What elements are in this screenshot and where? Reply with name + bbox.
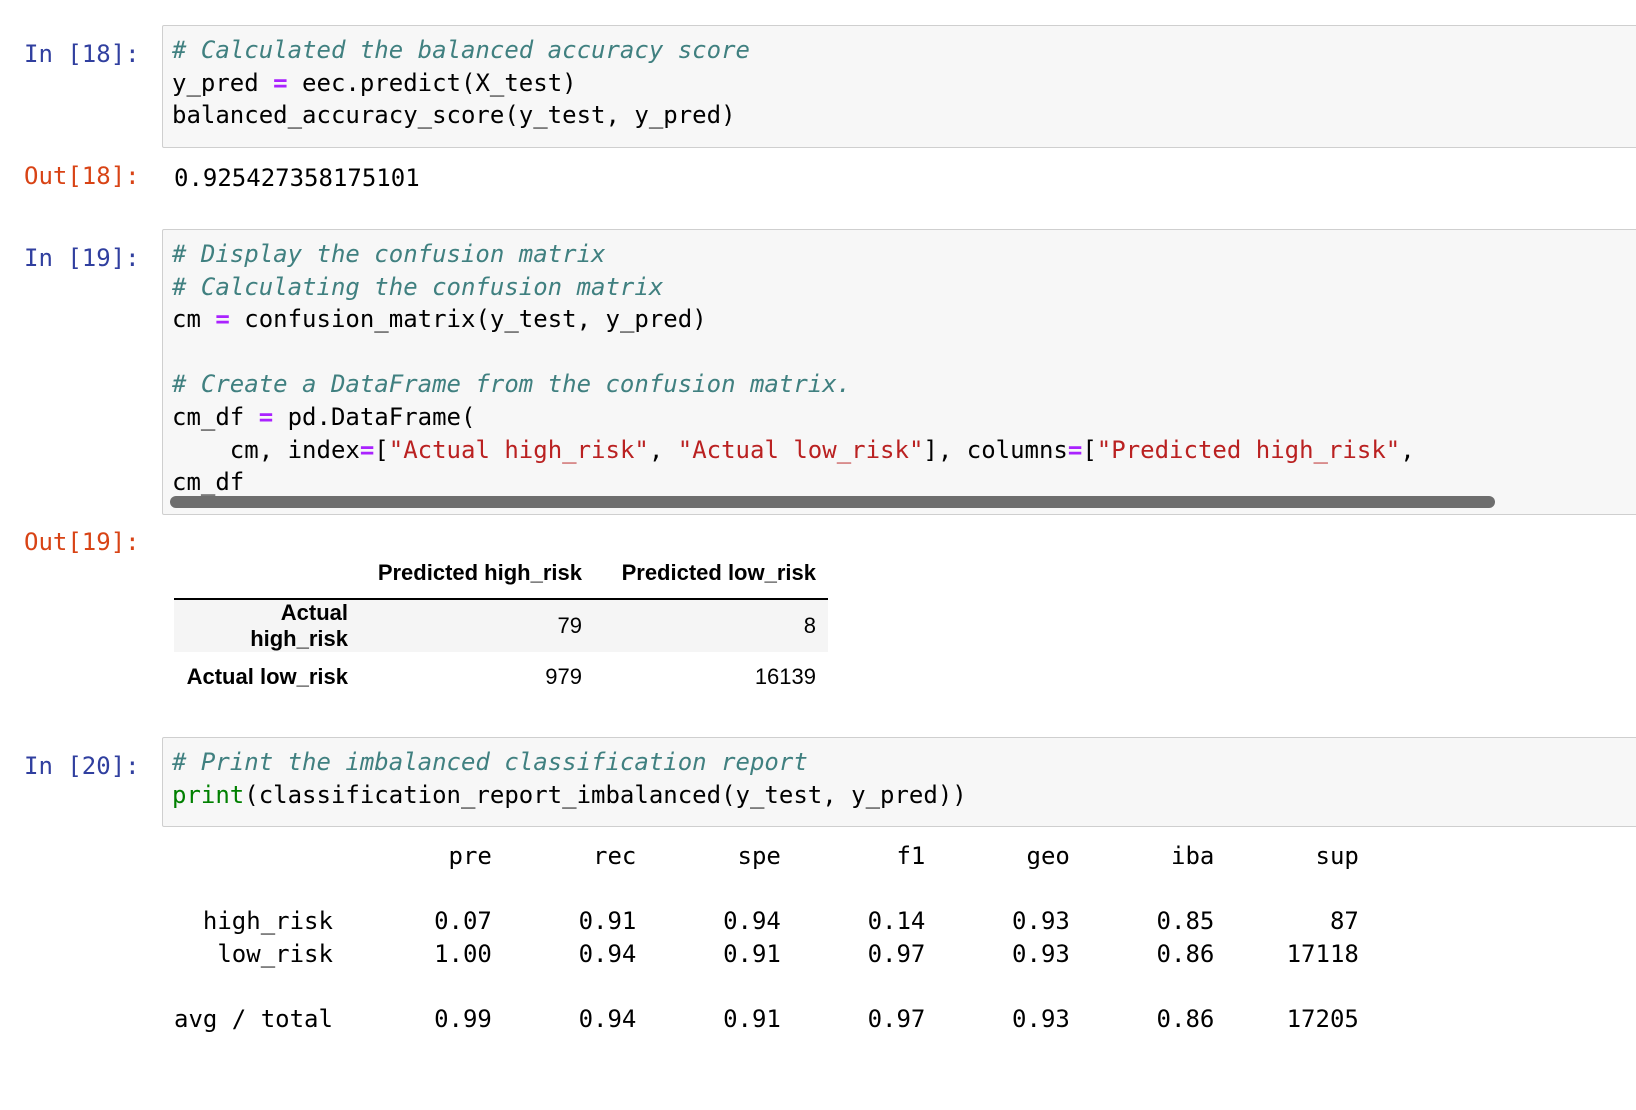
code-token: cm_df xyxy=(172,402,259,431)
table-cell: 979 xyxy=(545,664,582,689)
cell-20-input-prompt: In [20]: xyxy=(24,752,140,780)
code-token: , xyxy=(648,435,678,464)
classification-report-output: pre rec spe f1 geo iba sup high_risk 0.0… xyxy=(174,842,1359,1033)
code-comment: # Calculating the confusion matrix xyxy=(172,272,664,301)
row-label-actual-low-risk: Actual low_risk xyxy=(186,664,348,689)
cell-19-code-editor[interactable]: # Display the confusion matrix # Calcula… xyxy=(162,229,1636,515)
code-token: cm xyxy=(172,305,216,334)
table-cell: 8 xyxy=(803,613,816,638)
cell-18-code-editor[interactable]: # Calculated the balanced accuracy score… xyxy=(162,25,1636,148)
column-header-predicted-low-risk: Predicted low_risk xyxy=(594,548,828,600)
cell-18-code[interactable]: # Calculated the balanced accuracy score… xyxy=(163,26,1636,132)
cell-18-output-value: 0.925427358175101 xyxy=(174,164,420,192)
code-token: , xyxy=(1400,435,1430,464)
cell-20-code-editor[interactable]: # Print the imbalanced classification re… xyxy=(162,737,1636,827)
index-header xyxy=(174,548,360,600)
code-token: cm, index xyxy=(172,435,360,464)
cell-19-output-prompt: Out[19]: xyxy=(24,528,140,556)
code-token: y_pred xyxy=(172,68,274,97)
table-cell: 16139 xyxy=(754,664,816,689)
code-comment: # Calculated the balanced accuracy score xyxy=(172,36,750,64)
code-operator: = xyxy=(359,435,375,464)
column-header-predicted-high-risk: Predicted high_risk xyxy=(360,548,594,600)
row-label-actual-high-risk: Actual high_risk xyxy=(250,600,348,651)
code-token: ], columns xyxy=(923,435,1068,464)
code-token: eec.predict(X_test) xyxy=(287,68,577,97)
code-operator: = xyxy=(215,305,230,334)
code-token: pd.DataFrame( xyxy=(273,402,476,431)
code-token: cm_df xyxy=(172,468,245,497)
table-header-row: Predicted high_risk Predicted low_risk xyxy=(174,548,828,600)
code-token: balanced_accuracy_score(y_test, y_pred) xyxy=(172,101,736,130)
code-token: (classification_report_imbalanced(y_test… xyxy=(244,780,967,809)
code-string: "Actual high_risk" xyxy=(388,435,649,464)
code-comment: # Display the confusion matrix xyxy=(172,240,606,268)
code-token: confusion_matrix(y_test, y_pred) xyxy=(229,305,707,334)
cell-19-input-prompt: In [19]: xyxy=(24,244,140,272)
code-operator: = xyxy=(1067,435,1083,464)
table-row: Actual high_risk 79 8 xyxy=(174,599,828,652)
code-string: "Predicted high_risk" xyxy=(1096,435,1401,464)
horizontal-scrollbar-thumb[interactable] xyxy=(170,496,1495,508)
code-comment: # Print the imbalanced classification re… xyxy=(172,748,808,776)
code-token: [ xyxy=(1082,435,1097,464)
confusion-matrix-table: Predicted high_risk Predicted low_risk A… xyxy=(174,548,828,702)
cell-18-input-prompt: In [18]: xyxy=(24,40,140,68)
cell-19-code[interactable]: # Display the confusion matrix # Calcula… xyxy=(163,230,1636,499)
table-row: Actual low_risk 979 16139 xyxy=(174,652,828,702)
code-string: "Actual low_risk" xyxy=(677,435,924,464)
table-cell: 79 xyxy=(557,613,582,638)
cell-20-code[interactable]: # Print the imbalanced classification re… xyxy=(163,738,1636,811)
code-builtin: print xyxy=(172,780,245,809)
code-operator: = xyxy=(258,402,274,431)
cell-18-output-prompt: Out[18]: xyxy=(24,162,140,190)
code-token: [ xyxy=(374,435,389,464)
code-operator: = xyxy=(273,68,288,97)
code-comment: # Create a DataFrame from the confusion … xyxy=(172,370,852,399)
